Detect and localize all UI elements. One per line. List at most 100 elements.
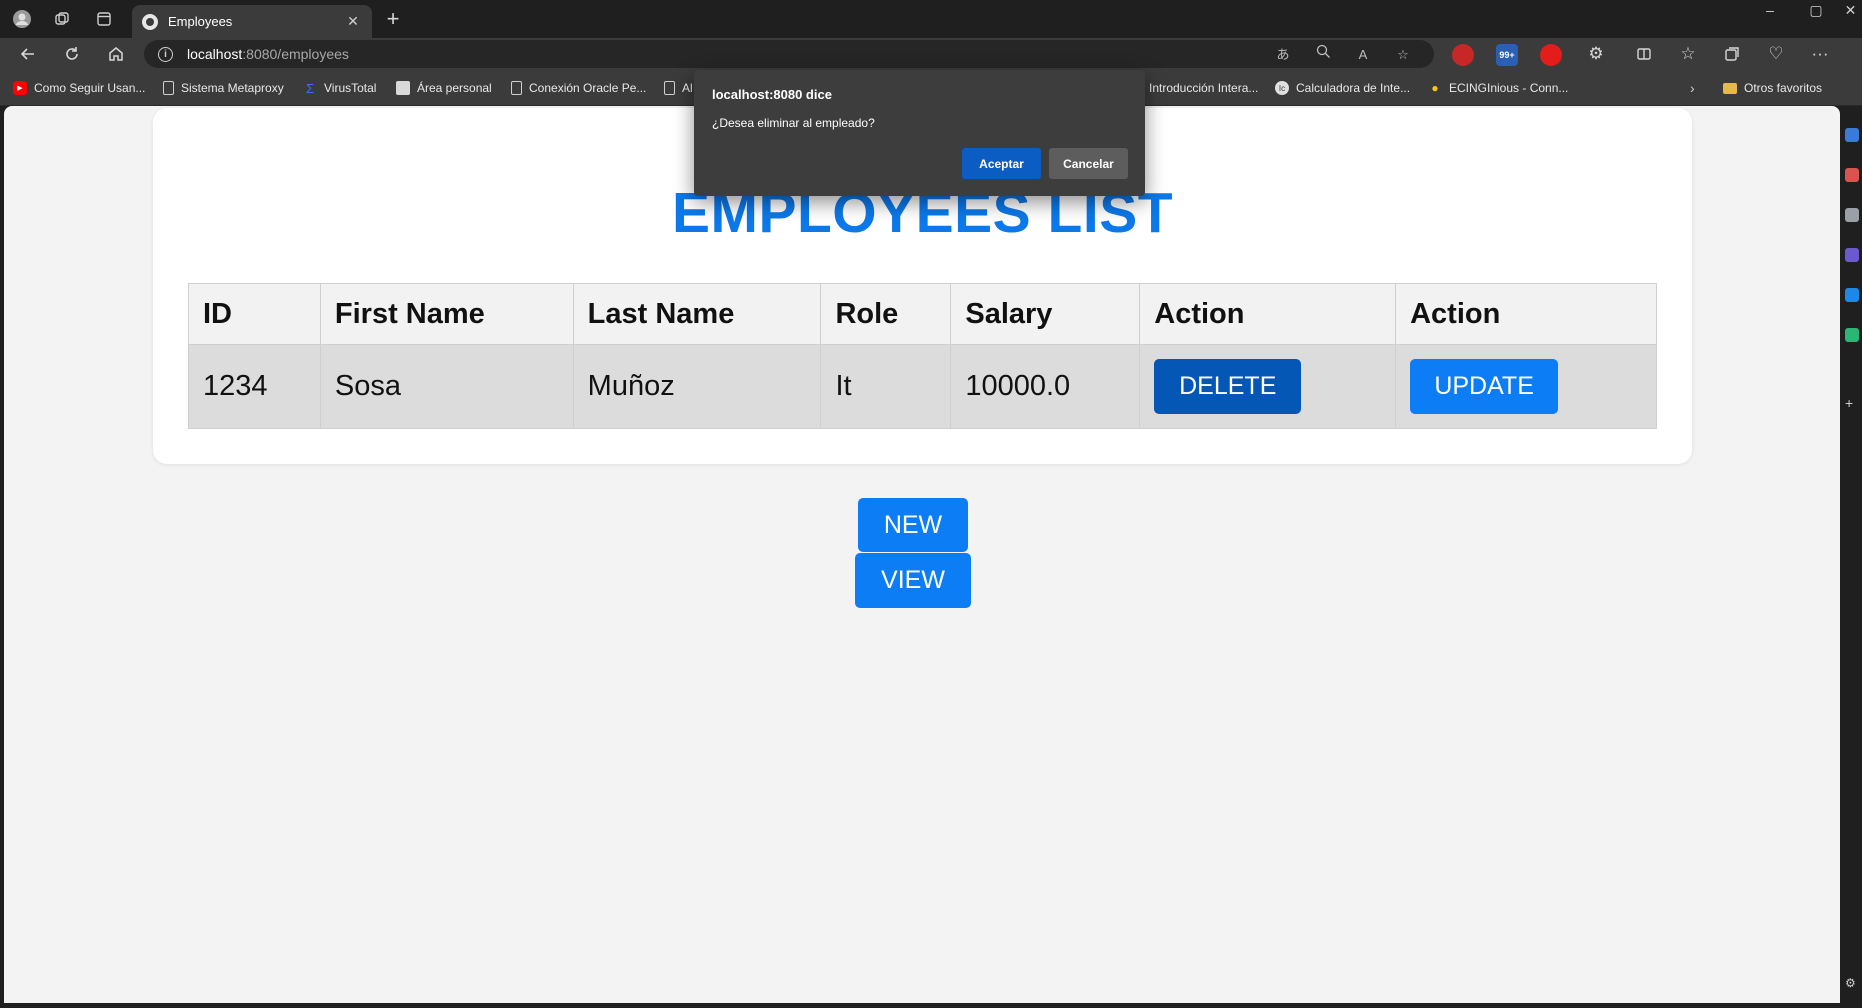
site-info-icon[interactable]: i bbox=[158, 46, 173, 62]
bookmark-item[interactable]: Área personal bbox=[396, 79, 492, 97]
tab-favicon-icon bbox=[142, 13, 158, 30]
bookmark-label: Área personal bbox=[417, 81, 492, 95]
document-icon bbox=[163, 81, 174, 95]
dialog-title: localhost:8080 dice bbox=[712, 87, 832, 102]
cell-last-name: Muñoz bbox=[572, 344, 822, 429]
bookmark-label: Otros favoritos bbox=[1744, 81, 1823, 95]
column-header-role: Role bbox=[820, 283, 952, 345]
column-header-last-name: Last Name bbox=[572, 283, 822, 345]
cell-role: It bbox=[820, 344, 952, 429]
close-window-icon[interactable]: ✕ bbox=[1839, 0, 1862, 34]
table-header-row: ID First Name Last Name Role Salary Acti… bbox=[188, 283, 1657, 345]
maximize-icon[interactable]: ▢ bbox=[1793, 0, 1839, 34]
zoom-icon[interactable] bbox=[1310, 44, 1336, 66]
extension-red-icon[interactable] bbox=[1452, 44, 1474, 66]
new-tab-button[interactable]: + bbox=[380, 6, 406, 32]
cancel-button[interactable]: Cancelar bbox=[1049, 148, 1128, 179]
column-header-id: ID bbox=[188, 283, 321, 345]
bookmark-item[interactable]: ● ECINGInious - Conn... bbox=[1428, 79, 1568, 97]
extension-badge: 99+ bbox=[1499, 50, 1515, 60]
virustotal-icon: Σ bbox=[305, 80, 315, 96]
column-header-first-name: First Name bbox=[319, 283, 574, 345]
sidebar-office-icon[interactable] bbox=[1845, 288, 1859, 302]
extensions-puzzle-icon[interactable]: ⚙ bbox=[1580, 40, 1612, 68]
confirm-dialog: localhost:8080 dice ¿Desea eliminar al e… bbox=[694, 70, 1145, 196]
table-row: 1234 Sosa Muñoz It 10000.0 DELETE UPDATE bbox=[188, 344, 1657, 429]
dialog-message: ¿Desea eliminar al empleado? bbox=[712, 116, 875, 130]
document-icon bbox=[511, 81, 522, 95]
view-button[interactable]: VIEW bbox=[855, 553, 971, 608]
tab-strip: Employees ✕ + – ▢ ✕ bbox=[0, 0, 1862, 38]
bookmarks-overflow-icon[interactable]: › bbox=[1690, 79, 1695, 97]
column-header-salary: Salary bbox=[950, 283, 1141, 345]
split-screen-icon[interactable] bbox=[1628, 40, 1660, 68]
bookmark-label: Introducción Intera... bbox=[1149, 81, 1259, 95]
sidebar-games-icon[interactable] bbox=[1845, 248, 1859, 262]
page-viewport: EMPLOYEES LIST ID First Name Last Name R… bbox=[4, 106, 1840, 1003]
bookmark-label: Como Seguir Usan... bbox=[34, 81, 146, 95]
favorites-icon[interactable]: ☆ bbox=[1672, 40, 1704, 68]
delete-button[interactable]: DELETE bbox=[1154, 359, 1302, 414]
sidebar-add-icon[interactable]: + bbox=[1845, 396, 1859, 410]
folder-icon bbox=[1723, 82, 1737, 94]
new-employee-button[interactable]: NEW bbox=[858, 498, 968, 552]
url-host: localhost bbox=[187, 46, 243, 62]
browser-toolbar: i localhost:8080/employees あ A ☆ 99+ ⚙ ☆… bbox=[0, 38, 1862, 70]
sidebar-tools-icon[interactable] bbox=[1845, 208, 1859, 222]
bookmark-item[interactable]: Ic Calculadora de Inte... bbox=[1275, 79, 1410, 97]
home-icon[interactable] bbox=[100, 40, 132, 68]
read-aloud-icon[interactable]: A bbox=[1350, 44, 1376, 66]
accept-button[interactable]: Aceptar bbox=[962, 148, 1041, 179]
bookmark-label: ECINGInious - Conn... bbox=[1449, 81, 1569, 95]
column-header-action-delete: Action bbox=[1139, 283, 1397, 345]
cell-salary: 10000.0 bbox=[950, 344, 1141, 429]
tab-employees[interactable]: Employees ✕ bbox=[132, 5, 372, 38]
reload-icon[interactable] bbox=[56, 40, 88, 68]
window-bottom-edge bbox=[0, 1003, 1840, 1008]
back-icon[interactable] bbox=[12, 40, 44, 68]
profile-avatar-icon[interactable] bbox=[6, 6, 38, 32]
bookmark-label: Calculadora de Inte... bbox=[1296, 81, 1411, 95]
tab-title: Employees bbox=[168, 14, 233, 29]
bookmark-item[interactable]: Conexión Oracle Pe... bbox=[511, 79, 646, 97]
calculator-icon: Ic bbox=[1275, 81, 1289, 95]
sidebar-settings-icon[interactable]: ⚙ bbox=[1845, 976, 1859, 990]
browser-essentials-icon[interactable]: ♡ bbox=[1760, 40, 1792, 68]
sidebar-outlook-icon[interactable] bbox=[1845, 328, 1859, 342]
url-path: :8080/employees bbox=[242, 46, 349, 62]
extension-shield-icon[interactable] bbox=[1540, 44, 1562, 66]
tab-actions-icon[interactable] bbox=[88, 6, 120, 32]
bookmark-item[interactable]: Introducción Intera... bbox=[1149, 79, 1258, 97]
bulb-icon: ● bbox=[1431, 81, 1439, 95]
address-bar[interactable]: i localhost:8080/employees あ A ☆ bbox=[144, 40, 1434, 68]
favorite-star-icon[interactable]: ☆ bbox=[1390, 44, 1416, 66]
employees-table: ID First Name Last Name Role Salary Acti… bbox=[188, 283, 1657, 429]
bookmark-label: Al bbox=[682, 81, 693, 95]
youtube-icon: ▶ bbox=[13, 81, 27, 95]
tab-close-icon[interactable]: ✕ bbox=[344, 13, 362, 30]
moodle-icon bbox=[396, 81, 410, 95]
bookmark-item[interactable]: Sistema Metaproxy bbox=[163, 79, 284, 97]
bookmark-item[interactable]: Al bbox=[664, 79, 693, 97]
sidebar-search-icon[interactable] bbox=[1845, 128, 1859, 142]
workspaces-icon[interactable] bbox=[46, 6, 78, 32]
update-button[interactable]: UPDATE bbox=[1410, 359, 1559, 414]
column-header-action-update: Action bbox=[1395, 283, 1657, 345]
translate-icon[interactable]: あ bbox=[1270, 44, 1296, 66]
cell-id: 1234 bbox=[188, 344, 321, 429]
document-icon bbox=[664, 81, 675, 95]
cell-first-name: Sosa bbox=[319, 344, 574, 429]
sidebar-shopping-icon[interactable] bbox=[1845, 168, 1859, 182]
collections-icon[interactable] bbox=[1716, 40, 1748, 68]
other-favorites-folder[interactable]: Otros favoritos bbox=[1723, 79, 1822, 97]
bookmark-label: VirusTotal bbox=[324, 81, 377, 95]
cell-update-action: UPDATE bbox=[1395, 344, 1657, 429]
browser-window: Employees ✕ + – ▢ ✕ i localhost:8080/emp… bbox=[0, 0, 1862, 1008]
cell-delete-action: DELETE bbox=[1139, 344, 1397, 429]
more-menu-icon[interactable]: ··· bbox=[1804, 40, 1836, 68]
extension-calendar-icon[interactable]: 99+ bbox=[1496, 44, 1518, 66]
edge-sidebar: + ⚙ bbox=[1840, 106, 1862, 1008]
minimize-icon[interactable]: – bbox=[1747, 0, 1793, 34]
bookmark-item[interactable]: ▶ Como Seguir Usan... bbox=[13, 79, 145, 97]
bookmark-item[interactable]: Σ VirusTotal bbox=[303, 79, 377, 97]
